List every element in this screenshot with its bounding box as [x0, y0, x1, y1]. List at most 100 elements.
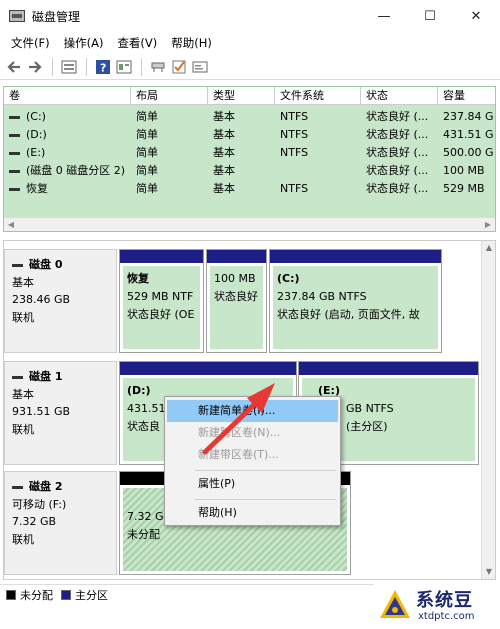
column-status[interactable]: 状态 [361, 87, 438, 105]
watermark: 系统豆 xtdptc.com [374, 580, 500, 629]
column-volume[interactable]: 卷 [4, 87, 131, 105]
menu-file[interactable]: 文件(F) [4, 35, 57, 51]
toolbar: ? [0, 54, 500, 80]
disk-state: 联机 [12, 422, 34, 436]
status-cell: 状态良好 (... [366, 164, 429, 177]
close-button[interactable]: ✕ [453, 0, 499, 32]
disk-icon [12, 263, 23, 267]
partition-label: (E:) [318, 384, 340, 397]
scroll-right-icon[interactable]: ▶ [481, 218, 495, 231]
disk-name: 磁盘 2 [12, 478, 116, 496]
back-arrow-icon[interactable] [4, 57, 24, 77]
checkmark-icon[interactable] [169, 57, 189, 77]
capacity-cell: 500.00 G [443, 146, 494, 159]
partition-size: 529 MB NTF [127, 290, 194, 303]
volume-icon [9, 169, 20, 173]
connect-icon[interactable] [148, 57, 168, 77]
help-icon[interactable]: ? [93, 57, 113, 77]
partition-size: 237.84 GB NTFS [277, 290, 367, 303]
capacity-cell: 237.84 G [443, 110, 494, 123]
status-cell: 状态良好 (... [366, 182, 429, 195]
minimize-button[interactable]: — [361, 0, 407, 32]
disk-2-label[interactable]: 磁盘 2 可移动 (F:) 7.32 GB 联机 [4, 471, 117, 575]
fs-cell: NTFS [280, 128, 309, 141]
disk-1-label[interactable]: 磁盘 1 基本 931.51 GB 联机 [4, 361, 117, 465]
window-title: 磁盘管理 [32, 9, 81, 24]
layout-cell: 简单 [136, 146, 158, 159]
partition-status: 未分配 [127, 528, 160, 541]
volume-cell: (D:) [4, 126, 131, 144]
fs-cell: NTFS [280, 182, 309, 195]
menu-new-simple-volume[interactable]: 新建简单卷(I)... [167, 400, 338, 422]
disk-size: 238.46 GB [12, 293, 71, 306]
partition-recovery[interactable]: 恢复 529 MB NTF 状态良好 (OE [119, 249, 204, 353]
type-cell: 基本 [213, 182, 235, 195]
status-cell: 状态良好 (... [366, 128, 429, 141]
capacity-cell: 431.51 G [443, 128, 494, 141]
menu-help[interactable]: 帮助(H) [167, 502, 338, 524]
volume-icon[interactable] [190, 57, 210, 77]
horizontal-scrollbar[interactable]: ◀ ▶ [4, 217, 495, 231]
partition-status: 状态良好 (OE [127, 308, 195, 321]
toolbar-separator [52, 57, 53, 76]
maximize-button[interactable]: ☐ [407, 0, 453, 32]
volume-cell: (C:) [4, 108, 131, 126]
volume-row[interactable]: (磁盘 0 磁盘分区 2) 简单 基本 状态良好 (... 100 MB [4, 162, 495, 180]
partition-body: (C:) 237.84 GB NTFS 状态良好 (启动, 页面文件, 故 [273, 266, 438, 349]
layout-cell: 简单 [136, 128, 158, 141]
type-cell: 基本 [213, 128, 235, 141]
column-capacity[interactable]: 容量 [438, 87, 495, 105]
partition-system[interactable]: 100 MB 状态良好 [206, 249, 267, 353]
partition-body: 100 MB 状态良好 [210, 266, 263, 349]
menu-action[interactable]: 操作(A) [57, 35, 111, 51]
legend-unallocated-swatch [6, 589, 16, 600]
volume-row[interactable]: (C:) 简单 基本 NTFS 状态良好 (... 237.84 G [4, 108, 495, 126]
volume-row[interactable]: (E:) 简单 基本 NTFS 状态良好 (... 500.00 G [4, 144, 495, 162]
legend-primary-swatch [61, 589, 71, 600]
type-cell: 基本 [213, 146, 235, 159]
disk-name: 磁盘 0 [12, 256, 116, 274]
column-type[interactable]: 类型 [208, 87, 275, 105]
primary-partition-bar [207, 250, 266, 263]
fs-cell [275, 162, 361, 180]
volume-cell: (E:) [4, 144, 131, 162]
title-bar: 磁盘管理 — ☐ ✕ [0, 0, 500, 32]
volume-list: 卷 布局 类型 文件系统 状态 容量 (C:) 简单 基本 NTFS 状态良好 … [3, 86, 496, 232]
svg-text:?: ? [100, 61, 106, 74]
menu-help[interactable]: 帮助(H) [164, 35, 219, 51]
scroll-left-icon[interactable]: ◀ [4, 218, 18, 231]
partition-status: (主分区) [346, 420, 388, 433]
disk-0-label[interactable]: 磁盘 0 基本 238.46 GB 联机 [4, 249, 117, 353]
disk-size: 7.32 GB [12, 515, 57, 528]
primary-partition-bar [299, 362, 478, 375]
menu-bar: 文件(F) 操作(A) 查看(V) 帮助(H) [0, 32, 500, 54]
forward-arrow-icon[interactable] [25, 57, 45, 77]
status-cell: 状态良好 (... [366, 110, 429, 123]
menu-separator [195, 499, 336, 500]
menu-view[interactable]: 查看(V) [110, 35, 164, 51]
type-cell: 基本 [213, 110, 235, 123]
properties-icon[interactable] [114, 57, 134, 77]
layout-cell: 简单 [136, 182, 158, 195]
disk-kind: 可移动 (F:) [12, 497, 67, 511]
watermark-url: xtdptc.com [418, 611, 475, 622]
disk-list-icon[interactable] [59, 57, 79, 77]
volume-cell: 恢复 [4, 180, 131, 198]
volume-cell: (磁盘 0 磁盘分区 2) [4, 162, 131, 180]
scroll-up-icon[interactable]: ▲ [482, 241, 495, 255]
volume-icon [9, 133, 20, 137]
column-layout[interactable]: 布局 [131, 87, 208, 105]
disk-management-icon [9, 10, 25, 22]
vertical-scrollbar[interactable]: ▲ ▼ [481, 241, 495, 579]
column-filesystem[interactable]: 文件系统 [275, 87, 361, 105]
volume-row[interactable]: 恢复 简单 基本 NTFS 状态良好 (... 529 MB [4, 180, 495, 198]
disk-name: 磁盘 1 [12, 368, 116, 386]
primary-partition-bar [120, 250, 203, 263]
partition-c[interactable]: (C:) 237.84 GB NTFS 状态良好 (启动, 页面文件, 故 [269, 249, 442, 353]
scroll-down-icon[interactable]: ▼ [482, 565, 495, 579]
menu-new-striped-volume: 新建带区卷(T)... [198, 448, 279, 461]
capacity-cell: 100 MB [443, 164, 485, 177]
volume-row[interactable]: (D:) 简单 基本 NTFS 状态良好 (... 431.51 G [4, 126, 495, 144]
partition-body: 恢复 529 MB NTF 状态良好 (OE [123, 266, 200, 349]
menu-properties[interactable]: 属性(P) [167, 473, 338, 495]
